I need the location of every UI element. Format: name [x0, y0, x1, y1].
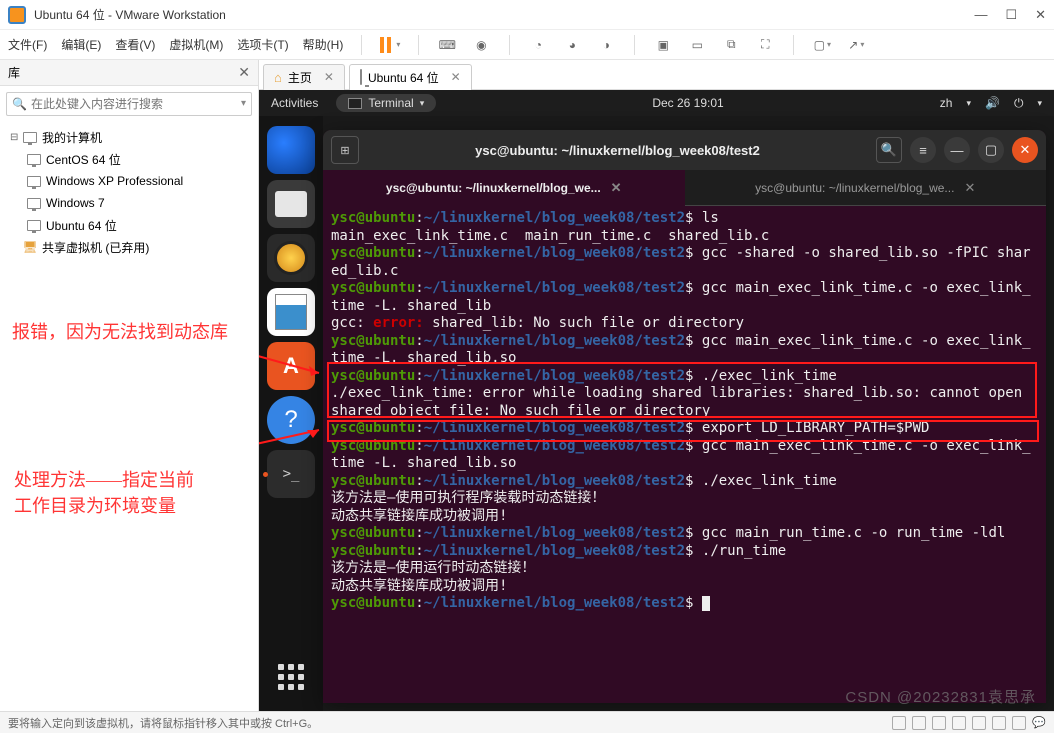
library-panel: 库 ✕ 🔍 ▾ ⊟ 我的计算机 CentOS 64 位 Windows XP P… [0, 60, 259, 711]
vm-display[interactable]: Activities Terminal ▾ Dec 26 19:01 zh▾ 🔊… [259, 90, 1054, 711]
send-ctrl-alt-del-icon[interactable]: ⌨ [437, 35, 457, 55]
menu-file[interactable]: 文件(F) [8, 36, 47, 53]
tab-close-icon[interactable]: ✕ [324, 70, 334, 84]
dock-software-icon[interactable] [267, 342, 315, 390]
unity-icon[interactable]: ⧉ [721, 35, 741, 55]
terminal-close-button[interactable]: ✕ [1012, 137, 1038, 163]
tree-item-centos[interactable]: CentOS 64 位 [6, 148, 252, 170]
status-message: 要将输入定向到该虚拟机，请将鼠标指针移入其中或按 Ctrl+G。 [8, 715, 318, 731]
terminal-menu-button[interactable]: ≡ [910, 137, 936, 163]
vm-icon [26, 195, 42, 211]
dock-rhythmbox-icon[interactable] [267, 234, 315, 282]
fullscreen-icon[interactable]: ▢▾ [812, 35, 832, 55]
vm-icon [26, 151, 42, 167]
vmware-statusbar: 要将输入定向到该虚拟机，请将鼠标指针移入其中或按 Ctrl+G。 💬 [0, 711, 1054, 733]
terminal-output[interactable]: ysc@ubuntu:~/linuxkernel/blog_week08/tes… [323, 206, 1046, 703]
menu-help[interactable]: 帮助(H) [303, 36, 344, 53]
window-title: Ubuntu 64 位 - VMware Workstation [34, 6, 974, 23]
search-icon: 🔍 [12, 97, 27, 111]
vm-icon [360, 70, 362, 84]
snapshot-icon[interactable]: ◉ [471, 35, 491, 55]
terminal-tab-1[interactable]: ysc@ubuntu: ~/linuxkernel/blog_we... ✕ [323, 170, 685, 206]
terminal-new-tab-button[interactable]: ⊞ [331, 136, 359, 164]
view-mode2-icon[interactable]: ▭ [687, 35, 707, 55]
fit-icon[interactable]: ⛶ [755, 35, 775, 55]
vmware-titlebar: Ubuntu 64 位 - VMware Workstation — ☐ ✕ [0, 0, 1054, 30]
activities-button[interactable]: Activities [271, 96, 318, 110]
terminal-tabs: ysc@ubuntu: ~/linuxkernel/blog_we... ✕ y… [323, 170, 1046, 206]
tab-close-icon[interactable]: ✕ [964, 180, 975, 196]
tab-ubuntu[interactable]: Ubuntu 64 位 ✕ [349, 64, 472, 90]
terminal-window: ⊞ ysc@ubuntu: ~/linuxkernel/blog_week08/… [323, 130, 1046, 703]
tree-item-winxp[interactable]: Windows XP Professional [6, 170, 252, 192]
device-display-icon[interactable] [1012, 716, 1026, 730]
menu-tabs[interactable]: 选项卡(T) [237, 36, 288, 53]
search-dropdown-icon[interactable]: ▾ [241, 98, 246, 109]
gnome-topbar: Activities Terminal ▾ Dec 26 19:01 zh▾ 🔊… [259, 90, 1054, 116]
dock-files-icon[interactable] [267, 180, 315, 228]
terminal-maximize-button[interactable]: ▢ [978, 137, 1004, 163]
snapshot-manager-icon[interactable]: ◔ [528, 35, 548, 55]
device-sound-icon[interactable] [972, 716, 986, 730]
ubuntu-dock: ? [259, 116, 323, 711]
app-menu[interactable]: Terminal ▾ [336, 94, 436, 112]
device-network-icon[interactable] [932, 716, 946, 730]
library-close-button[interactable]: ✕ [238, 64, 250, 81]
device-disk-icon[interactable] [892, 716, 906, 730]
message-icon[interactable]: 💬 [1032, 716, 1046, 729]
vmware-logo-icon [8, 6, 26, 24]
content-tabs: ⌂ 主页 ✕ Ubuntu 64 位 ✕ [259, 60, 1054, 90]
tab-close-icon[interactable]: ✕ [611, 180, 622, 196]
device-usb-icon[interactable] [952, 716, 966, 730]
view-mode1-icon[interactable]: ▣ [653, 35, 673, 55]
terminal-window-title: ysc@ubuntu: ~/linuxkernel/blog_week08/te… [367, 143, 868, 158]
tree-shared-vms[interactable]: 🖥 共享虚拟机 (已弃用) [6, 236, 252, 258]
vm-icon [26, 173, 42, 189]
folder-icon: 🖥 [22, 239, 38, 255]
menu-vm[interactable]: 虚拟机(M) [169, 36, 223, 53]
tree-item-win7[interactable]: Windows 7 [6, 192, 252, 214]
menu-edit[interactable]: 编辑(E) [61, 36, 101, 53]
terminal-search-button[interactable]: 🔍 [876, 137, 902, 163]
device-cd-icon[interactable] [912, 716, 926, 730]
tab-home[interactable]: ⌂ 主页 ✕ [263, 64, 345, 90]
watermark: CSDN @20232831袁思承 [845, 686, 1036, 707]
terminal-titlebar: ⊞ ysc@ubuntu: ~/linuxkernel/blog_week08/… [323, 130, 1046, 170]
maximize-button[interactable]: ☐ [1005, 7, 1017, 23]
vm-icon [26, 217, 42, 233]
library-title: 库 [8, 64, 20, 81]
close-button[interactable]: ✕ [1035, 7, 1046, 23]
volume-icon[interactable]: 🔊 [985, 96, 1000, 110]
home-icon: ⌂ [274, 70, 282, 85]
menu-view[interactable]: 查看(V) [115, 36, 155, 53]
terminal-tab-2[interactable]: ysc@ubuntu: ~/linuxkernel/blog_we... ✕ [685, 170, 1047, 206]
tree-root-my-computer[interactable]: ⊟ 我的计算机 [6, 126, 252, 148]
terminal-minimize-button[interactable]: — [944, 137, 970, 163]
dock-apps-icon[interactable] [267, 653, 315, 701]
dock-thunderbird-icon[interactable] [267, 126, 315, 174]
pause-button[interactable]: ▾ [380, 37, 400, 53]
tab-close-icon[interactable]: ✕ [451, 70, 461, 84]
terminal-icon [348, 98, 362, 109]
minimize-button[interactable]: — [974, 7, 987, 23]
tree-item-ubuntu[interactable]: Ubuntu 64 位 [6, 214, 252, 236]
dock-terminal-icon[interactable] [267, 450, 315, 498]
library-search-input[interactable] [6, 92, 252, 116]
power-icon[interactable]: ⏻ [1014, 96, 1024, 111]
computer-icon [22, 129, 38, 145]
dock-libreoffice-icon[interactable] [267, 288, 315, 336]
dock-help-icon[interactable]: ? [267, 396, 315, 444]
clock[interactable]: Dec 26 19:01 [436, 96, 940, 110]
vmware-menubar: 文件(F) 编辑(E) 查看(V) 虚拟机(M) 选项卡(T) 帮助(H) ▾ … [0, 30, 1054, 60]
device-printer-icon[interactable] [992, 716, 1006, 730]
take-snapshot-icon[interactable]: ◑ [596, 35, 616, 55]
revert-snapshot-icon[interactable]: ◕ [562, 35, 582, 55]
input-source[interactable]: zh [940, 96, 953, 110]
stretch-icon[interactable]: ↗▾ [846, 35, 866, 55]
